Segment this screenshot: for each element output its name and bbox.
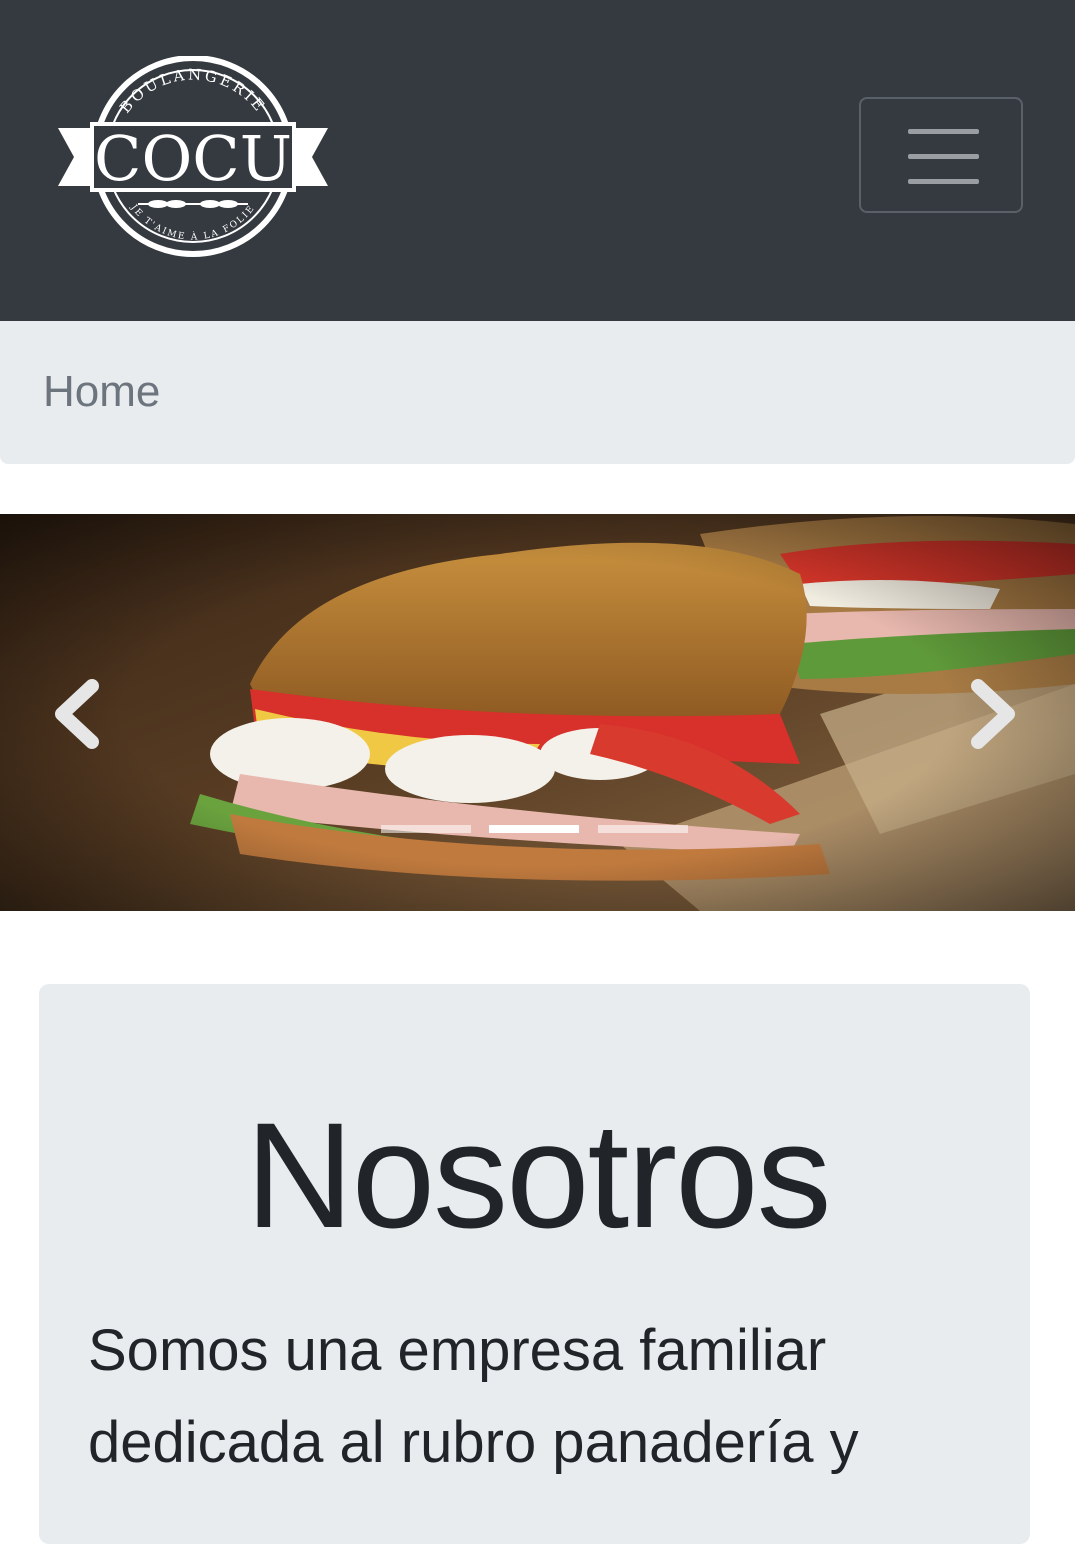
carousel-indicator-2[interactable] xyxy=(489,825,579,833)
brand-logo[interactable]: BOULANGERIE JE T'AIME À LA FOLIE COCU xyxy=(58,56,328,258)
navbar-toggler-button[interactable] xyxy=(859,97,1023,213)
breadcrumb-item-home[interactable]: Home xyxy=(43,362,160,422)
chevron-right-icon xyxy=(971,679,1015,749)
about-text: Somos una empresa familiar dedicada al r… xyxy=(88,1318,859,1475)
navbar: BOULANGERIE JE T'AIME À LA FOLIE COCU xyxy=(0,0,1075,321)
carousel-indicators xyxy=(381,825,691,837)
sandwich-photo xyxy=(0,514,1075,911)
breadcrumb xyxy=(0,321,1075,464)
svg-text:JE T'AIME À LA FOLIE: JE T'AIME À LA FOLIE xyxy=(128,202,258,242)
chevron-left-icon xyxy=(55,679,99,749)
cocu-logo-image: BOULANGERIE JE T'AIME À LA FOLIE COCU xyxy=(58,56,328,257)
carousel-prev-button[interactable] xyxy=(30,664,120,764)
svg-text:COCU: COCU xyxy=(94,122,292,195)
hamburger-icon xyxy=(908,129,979,184)
carousel-next-button[interactable] xyxy=(950,664,1040,764)
carousel-indicator-1[interactable] xyxy=(381,825,471,833)
carousel xyxy=(0,514,1075,911)
about-title: Nosotros xyxy=(245,1091,831,1259)
carousel-indicator-3[interactable] xyxy=(598,825,688,833)
